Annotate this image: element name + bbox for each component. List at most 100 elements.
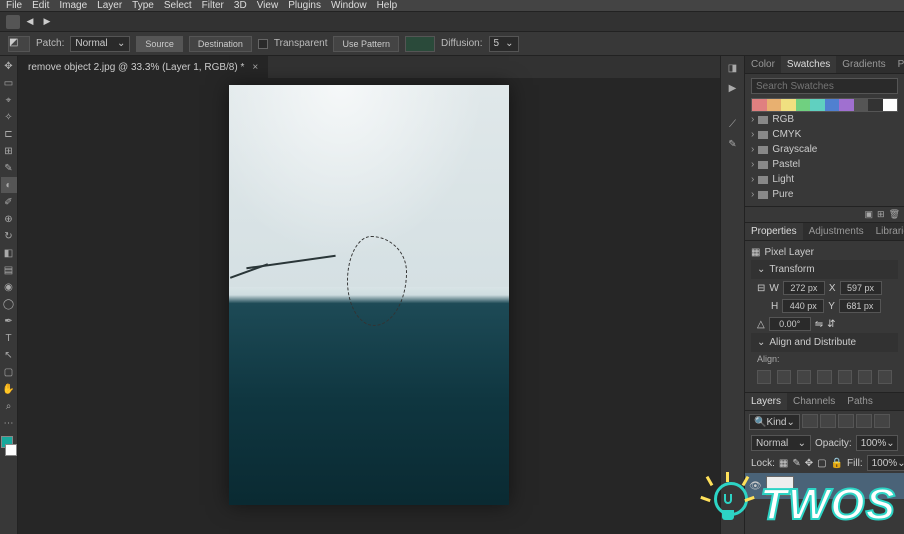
align-header[interactable]: ⌄Align and Distribute <box>751 333 898 352</box>
move-tool-icon[interactable]: ✥ <box>1 58 17 74</box>
swatch[interactable] <box>752 99 767 111</box>
trash-icon[interactable]: 🗑 <box>889 209 900 220</box>
home-icon[interactable] <box>6 15 20 29</box>
swatch-group[interactable]: ›Grayscale <box>751 142 898 157</box>
dodge-tool-icon[interactable]: ◯ <box>1 296 17 312</box>
swatch[interactable] <box>883 99 898 111</box>
swatch[interactable] <box>825 99 840 111</box>
swatch[interactable] <box>868 99 883 111</box>
destination-button[interactable]: Destination <box>189 36 252 52</box>
patch-mode-select[interactable]: Normal⌄ <box>70 36 130 52</box>
menu-3d[interactable]: 3D <box>234 0 247 11</box>
eyedropper-icon[interactable]: ✎ <box>1 160 17 176</box>
hand-tool-icon[interactable]: ✋ <box>1 381 17 397</box>
source-button[interactable]: Source <box>136 36 183 52</box>
swatch[interactable] <box>796 99 811 111</box>
filter-type-icon[interactable] <box>838 414 854 428</box>
y-input[interactable] <box>839 299 881 313</box>
frame-tool-icon[interactable]: ⊞ <box>1 143 17 159</box>
wand-tool-icon[interactable]: ✧ <box>1 109 17 125</box>
filter-adjustment-icon[interactable] <box>820 414 836 428</box>
tab-layers[interactable]: Layers <box>745 393 787 410</box>
menu-layer[interactable]: Layer <box>97 0 122 11</box>
opacity-input[interactable]: 100%⌄ <box>856 435 898 451</box>
canvas[interactable] <box>229 85 509 505</box>
menu-window[interactable]: Window <box>331 0 367 11</box>
history-panel-icon[interactable]: ◨ <box>724 60 742 76</box>
swatch[interactable] <box>767 99 782 111</box>
tab-properties[interactable]: Properties <box>745 223 803 240</box>
diffusion-input[interactable]: 5⌄ <box>489 36 519 52</box>
menu-select[interactable]: Select <box>164 0 192 11</box>
menu-plugins[interactable]: Plugins <box>288 0 321 11</box>
align-center-v-icon[interactable] <box>838 370 852 384</box>
swatch[interactable] <box>781 99 796 111</box>
tab-gradients[interactable]: Gradients <box>836 56 891 73</box>
tab-paths[interactable]: Paths <box>841 393 879 410</box>
tab-patterns[interactable]: Patterns <box>892 56 904 73</box>
x-input[interactable] <box>840 281 882 295</box>
tab-libraries[interactable]: Libraries <box>870 223 904 240</box>
type-tool-icon[interactable]: T <box>1 330 17 346</box>
foreground-background-color[interactable] <box>1 436 17 456</box>
align-top-icon[interactable] <box>817 370 831 384</box>
height-input[interactable] <box>782 299 824 313</box>
swatch-group[interactable]: ›Pastel <box>751 157 898 172</box>
zoom-tool-icon[interactable]: ⌕ <box>1 398 17 414</box>
tab-adjustments[interactable]: Adjustments <box>803 223 870 240</box>
pen-tool-icon[interactable]: ✒ <box>1 313 17 329</box>
stamp-tool-icon[interactable]: ⊕ <box>1 211 17 227</box>
lasso-tool-icon[interactable]: ⌖ <box>1 92 17 108</box>
new-swatch-icon[interactable]: ⊞ <box>877 209 885 220</box>
menu-filter[interactable]: Filter <box>202 0 224 11</box>
tool-preset-icon[interactable]: ◩ <box>8 36 30 52</box>
menu-view[interactable]: View <box>257 0 279 11</box>
swatch-group[interactable]: ›RGB <box>751 112 898 127</box>
link-size-icon[interactable]: ⊟ <box>757 283 765 294</box>
swatch-group[interactable]: ›CMYK <box>751 127 898 142</box>
menu-edit[interactable]: Edit <box>32 0 49 11</box>
swatch[interactable] <box>810 99 825 111</box>
flip-vertical-icon[interactable]: ⇵ <box>827 319 835 330</box>
filter-shape-icon[interactable] <box>856 414 872 428</box>
menu-help[interactable]: Help <box>377 0 398 11</box>
fill-input[interactable]: 100%⌄ <box>867 455 904 471</box>
menu-image[interactable]: Image <box>59 0 87 11</box>
patch-tool-icon[interactable]: ◐ <box>1 177 17 193</box>
close-tab-icon[interactable]: × <box>252 62 258 73</box>
width-input[interactable] <box>783 281 825 295</box>
pattern-picker[interactable] <box>405 36 435 52</box>
layer-filter-type[interactable]: 🔍Kind⌄ <box>749 414 800 430</box>
marquee-tool-icon[interactable]: ▭ <box>1 75 17 91</box>
gradient-tool-icon[interactable]: ▤ <box>1 262 17 278</box>
tab-color[interactable]: Color <box>745 56 781 73</box>
swatch-group[interactable]: ›Light <box>751 172 898 187</box>
brush-settings-icon[interactable]: ✎ <box>724 136 742 152</box>
swatch[interactable] <box>839 99 854 111</box>
tab-swatches[interactable]: Swatches <box>781 56 836 73</box>
align-bottom-icon[interactable] <box>858 370 872 384</box>
lock-transparent-icon[interactable]: ▦ <box>779 458 788 469</box>
swatch-search-input[interactable] <box>751 78 898 94</box>
transparent-checkbox[interactable] <box>258 39 268 49</box>
swatch[interactable] <box>854 99 869 111</box>
eraser-tool-icon[interactable]: ◧ <box>1 245 17 261</box>
lock-position-icon[interactable]: ✥ <box>805 458 813 469</box>
filter-pixel-icon[interactable] <box>802 414 818 428</box>
brushes-panel-icon[interactable]: ⟋ <box>724 116 742 132</box>
crop-tool-icon[interactable]: ⊏ <box>1 126 17 142</box>
menu-file[interactable]: File <box>6 0 22 11</box>
actions-panel-icon[interactable]: ▶ <box>724 80 742 96</box>
use-pattern-button[interactable]: Use Pattern <box>333 36 399 52</box>
flip-horizontal-icon[interactable]: ⇋ <box>815 319 823 330</box>
brush-tool-icon[interactable]: ✐ <box>1 194 17 210</box>
align-left-icon[interactable] <box>757 370 771 384</box>
chevron-left-icon[interactable]: ◀ <box>23 15 37 29</box>
new-group-icon[interactable]: ▣ <box>865 209 874 220</box>
lock-all-icon[interactable]: 🔒 <box>831 458 843 469</box>
align-right-icon[interactable] <box>797 370 811 384</box>
document-tab[interactable]: remove object 2.jpg @ 33.3% (Layer 1, RG… <box>18 56 268 78</box>
blur-tool-icon[interactable]: ◉ <box>1 279 17 295</box>
blend-mode-select[interactable]: Normal⌄ <box>751 435 811 451</box>
tab-channels[interactable]: Channels <box>787 393 841 410</box>
